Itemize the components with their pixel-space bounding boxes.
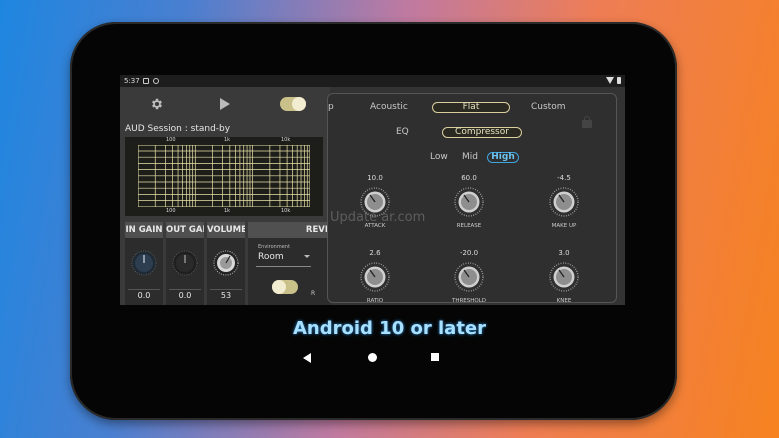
band-high[interactable]: High (487, 152, 519, 163)
compressor-knob[interactable] (547, 185, 581, 219)
back-icon[interactable] (303, 353, 311, 363)
nav-bar (0, 350, 779, 366)
graph-grid (138, 145, 310, 207)
graph-tick-bottom: 100 (166, 208, 176, 214)
compressor-knob[interactable] (452, 185, 486, 219)
frequency-graph: 100 1k 10k 100 1k 10k (125, 137, 323, 216)
reverb-cut-label: R (311, 290, 316, 297)
tab-preset-cut[interactable]: p (328, 102, 334, 112)
chevron-down-icon (304, 255, 310, 258)
out-gain-value: 0.0 (169, 289, 201, 302)
top-toolbar (120, 87, 330, 119)
reverb-panel: REVI Environment Room R (248, 222, 330, 305)
power-toggle-knob (292, 97, 306, 111)
tab-eq[interactable]: EQ (396, 127, 409, 137)
left-panel: AUD Session : stand-by 100 1k 10k 100 1k… (120, 87, 330, 305)
caption: Android 10 or later (292, 318, 487, 339)
session-status: AUD Session : stand-by (125, 124, 231, 134)
compressor-panel: p Acoustic Flat Custom EQ Compressor Low… (327, 93, 617, 304)
knob-label: THRESHOLD (451, 298, 487, 304)
knob-label: KNEE (556, 298, 572, 304)
status-time: 5:37 (124, 77, 140, 85)
knob-value: 60.0 (461, 174, 477, 182)
graph-tick-bottom: 1k (224, 208, 231, 214)
environment-underline (256, 266, 311, 267)
graph-tick-top: 10k (281, 137, 291, 143)
status-bar: 5:37 (120, 75, 625, 87)
environment-label: Environment (258, 244, 290, 250)
power-toggle[interactable] (280, 97, 306, 111)
band-mid[interactable]: Mid (462, 152, 478, 162)
tab-compressor[interactable]: Compressor (442, 127, 522, 138)
notification-icon (143, 78, 149, 84)
watermark: Update ar.com (330, 210, 426, 225)
tab-acoustic[interactable]: Acoustic (370, 102, 408, 112)
in-gain-value: 0.0 (128, 289, 160, 302)
sync-icon (153, 78, 159, 84)
out-gain-header: OUT GAIN (166, 222, 204, 238)
in-gain-panel: IN GAIN 0.0 (125, 222, 163, 305)
knob-value: 3.0 (558, 249, 570, 257)
gear-icon[interactable] (150, 97, 164, 111)
volume-panel: VOLUME 53 (207, 222, 245, 305)
tab-flat[interactable]: Flat (432, 102, 510, 113)
reverb-header: REVI (248, 222, 330, 238)
out-gain-knob[interactable] (170, 248, 200, 278)
knob-label: RELEASE (456, 223, 482, 229)
out-gain-panel: OUT GAIN 0.0 (166, 222, 204, 305)
play-icon[interactable] (220, 98, 230, 110)
graph-tick-top: 100 (166, 137, 176, 143)
environment-select[interactable]: Room (258, 252, 284, 262)
knob-label: MAKE UP (551, 223, 577, 229)
app-screen: 5:37 AUD Session : stand-by 100 1k 10k 1… (120, 75, 625, 305)
knob-value: -20.0 (459, 249, 479, 257)
knob-label: RATIO (366, 298, 384, 304)
volume-knob[interactable] (211, 248, 241, 278)
home-icon[interactable] (368, 353, 377, 362)
volume-header: VOLUME (207, 222, 245, 238)
graph-tick-bottom: 10k (281, 208, 291, 214)
volume-value: 53 (210, 289, 242, 302)
gain-panels: IN GAIN 0.0 OUT GAIN 0.0 VOLUME (120, 222, 330, 305)
compressor-knob[interactable] (547, 260, 581, 294)
tab-custom[interactable]: Custom (531, 102, 565, 112)
knob-value: -4.5 (557, 174, 571, 182)
reverb-toggle[interactable] (272, 280, 298, 294)
knob-value: 10.0 (367, 174, 383, 182)
in-gain-knob[interactable] (129, 248, 159, 278)
in-gain-header: IN GAIN (125, 222, 163, 238)
wifi-icon (606, 77, 614, 84)
compressor-knob[interactable] (358, 260, 392, 294)
reverb-toggle-knob (272, 280, 286, 294)
recents-icon[interactable] (431, 353, 439, 361)
lock-icon[interactable] (582, 116, 592, 128)
battery-icon (617, 77, 621, 84)
graph-tick-top: 1k (224, 137, 231, 143)
compressor-knob[interactable] (452, 260, 486, 294)
knob-value: 2.6 (369, 249, 381, 257)
band-low[interactable]: Low (430, 152, 448, 162)
